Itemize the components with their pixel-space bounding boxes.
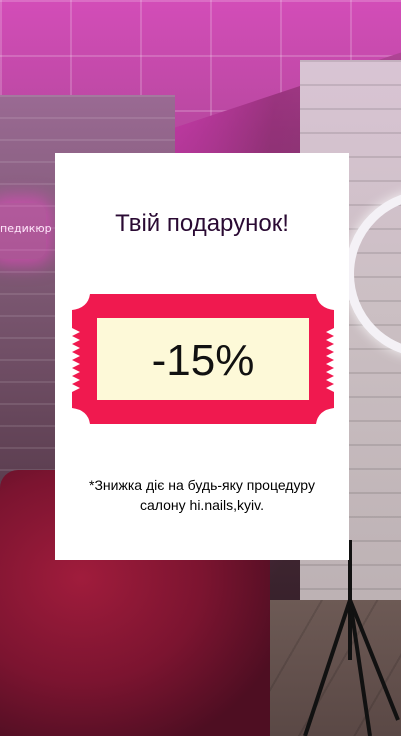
discount-value: -15%: [151, 336, 255, 385]
neon-sign-text: педикюр: [0, 222, 52, 235]
popup-title: Твій подарунок!: [115, 210, 289, 237]
tripod-stand: [303, 540, 400, 736]
discount-note: *Знижка діє на будь-яку процедуру салону…: [89, 477, 315, 513]
gift-popup[interactable]: Твій подарунок! -15% *Знижка діє на будь…: [55, 153, 349, 560]
